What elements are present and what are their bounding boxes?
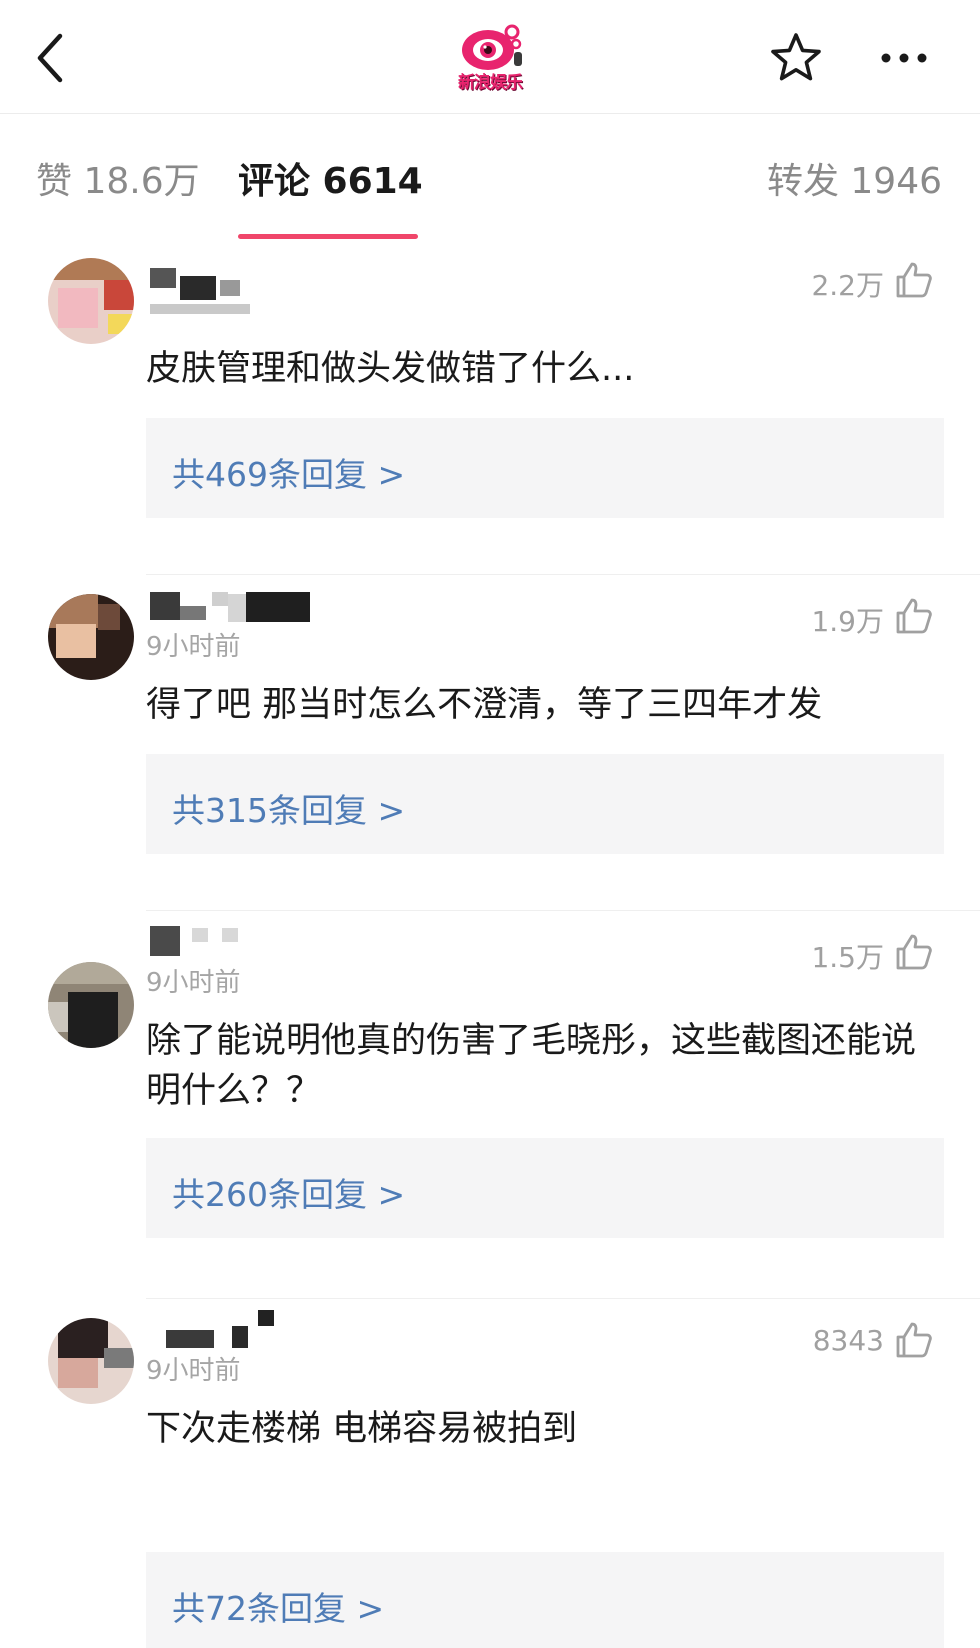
sina-entertainment-logo: 新浪娱乐 bbox=[454, 20, 526, 96]
comment-text: 下次走楼梯 电梯容易被拍到 bbox=[146, 1409, 578, 1449]
comment-text: 除了能说明他真的伤害了毛晓彤，这些截图还能说明什么？？ bbox=[146, 1021, 917, 1111]
divider bbox=[146, 1298, 980, 1299]
comment-item: 9小时前 1.9万 得了吧 那当时怎么不澄清，等了三四年才发 共315条回复 > bbox=[0, 576, 980, 912]
redacted-meta bbox=[150, 304, 350, 318]
divider bbox=[146, 574, 980, 575]
avatar[interactable] bbox=[48, 594, 134, 680]
tab-comments[interactable]: 评论 6614 bbox=[238, 152, 423, 204]
more-options-button[interactable] bbox=[876, 40, 936, 76]
star-outline-icon bbox=[771, 33, 821, 81]
active-tab-indicator bbox=[238, 234, 418, 239]
thumbs-up-icon[interactable] bbox=[894, 1320, 934, 1360]
username-redacted[interactable] bbox=[150, 926, 350, 962]
username-redacted[interactable] bbox=[150, 1310, 350, 1348]
avatar[interactable] bbox=[48, 1318, 134, 1404]
thumbs-up-icon[interactable] bbox=[894, 932, 934, 972]
like-count: 2.2万 bbox=[811, 269, 884, 302]
avatar[interactable] bbox=[48, 258, 134, 344]
replies-link[interactable]: 共315条回复 > bbox=[172, 784, 405, 832]
more-horizontal-icon bbox=[881, 53, 927, 63]
back-button[interactable] bbox=[30, 30, 74, 88]
comment-item: 2.2万 皮肤管理和做头发做错了什么... 共469条回复 > bbox=[0, 240, 980, 576]
like-count: 1.5万 bbox=[811, 941, 884, 974]
top-nav-bar: 新浪娱乐 bbox=[0, 0, 980, 114]
comment-text: 得了吧 那当时怎么不澄清，等了三四年才发 bbox=[146, 685, 823, 725]
like-count: 1.9万 bbox=[811, 605, 884, 638]
like-count: 8343 bbox=[812, 1324, 884, 1357]
replies-link[interactable]: 共260条回复 > bbox=[172, 1168, 405, 1216]
view-replies-button[interactable]: 共469条回复 > bbox=[146, 418, 944, 518]
avatar[interactable] bbox=[48, 962, 134, 1048]
logo-text: 新浪娱乐 bbox=[458, 73, 523, 93]
replies-link[interactable]: 共72条回复 > bbox=[172, 1582, 384, 1630]
comment-time: 9小时前 bbox=[146, 632, 241, 662]
comment-time: 9小时前 bbox=[146, 968, 241, 998]
comment-item: 9小时前 8343 下次走楼梯 电梯容易被拍到 共72条回复 > bbox=[0, 1300, 980, 1648]
tab-bar: 赞 18.6万 评论 6614 转发 1946 bbox=[0, 114, 980, 240]
comment-item: 9小时前 1.5万 除了能说明他真的伤害了毛晓彤，这些截图还能说明什么？？ 共2… bbox=[0, 912, 980, 1300]
view-replies-button[interactable]: 共72条回复 > bbox=[146, 1552, 944, 1648]
username-redacted[interactable] bbox=[150, 592, 350, 628]
username-redacted[interactable] bbox=[150, 268, 350, 304]
comment-time: 9小时前 bbox=[146, 1356, 241, 1386]
tab-reposts[interactable]: 转发 1946 bbox=[767, 152, 942, 204]
chevron-left-icon bbox=[37, 33, 63, 83]
tab-likes[interactable]: 赞 18.6万 bbox=[36, 152, 200, 204]
replies-link[interactable]: 共469条回复 > bbox=[172, 448, 405, 496]
thumbs-up-icon[interactable] bbox=[894, 260, 934, 300]
favorite-button[interactable] bbox=[768, 30, 824, 86]
thumbs-up-icon[interactable] bbox=[894, 596, 934, 636]
view-replies-button[interactable]: 共260条回复 > bbox=[146, 1138, 944, 1238]
comment-text: 皮肤管理和做头发做错了什么... bbox=[146, 349, 635, 389]
divider bbox=[146, 910, 980, 911]
view-replies-button[interactable]: 共315条回复 > bbox=[146, 754, 944, 854]
